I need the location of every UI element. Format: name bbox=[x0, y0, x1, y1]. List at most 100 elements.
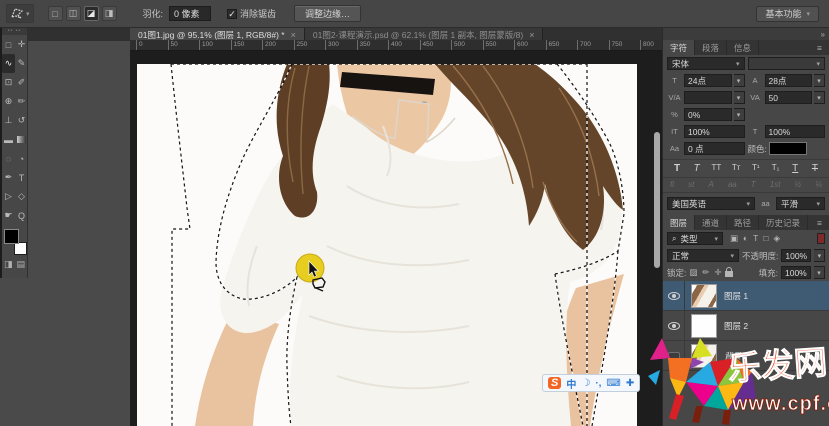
ime-toolbox-icon[interactable]: ✚ bbox=[626, 378, 634, 389]
filter-pixel-icon[interactable]: ▣ bbox=[730, 233, 738, 244]
zoom-tool-icon[interactable]: Q bbox=[15, 206, 28, 225]
tab-layers[interactable]: 图层 bbox=[663, 215, 695, 230]
filter-shape-icon[interactable]: □ bbox=[763, 233, 768, 244]
canvas-area[interactable]: 0501001502002503003504004505005506006507… bbox=[130, 40, 662, 426]
ime-moon-icon[interactable]: ☽ bbox=[581, 378, 590, 389]
visibility-toggle[interactable] bbox=[663, 281, 685, 310]
tab-paragraph[interactable]: 段落 bbox=[695, 40, 727, 55]
intersect-selection-icon[interactable]: ◨ bbox=[102, 6, 117, 21]
tab-history[interactable]: 历史记录 bbox=[759, 215, 808, 230]
ot-fraction-icon[interactable]: ½ bbox=[795, 180, 802, 189]
tool-preset-caret-icon[interactable]: ▾ bbox=[26, 10, 30, 18]
filter-type-icon[interactable]: T bbox=[753, 233, 758, 244]
font-size-input[interactable]: 24点 bbox=[684, 74, 732, 87]
faux-bold-button[interactable]: T bbox=[669, 163, 685, 174]
quick-mask-icon[interactable]: ◨ bbox=[4, 259, 13, 270]
dodge-tool-icon[interactable]: ◔ bbox=[15, 149, 28, 168]
eraser-tool-icon[interactable]: ▬ bbox=[2, 130, 15, 149]
subscript-button[interactable]: T₁ bbox=[768, 163, 784, 174]
caret-down-icon[interactable]: ▾ bbox=[814, 266, 825, 279]
horizontal-ruler[interactable]: 0501001502002503003504004505005506006507… bbox=[130, 40, 662, 51]
caret-down-icon[interactable]: ▾ bbox=[734, 91, 745, 104]
visibility-toggle[interactable] bbox=[663, 341, 685, 370]
add-selection-icon[interactable]: ◫ bbox=[66, 6, 81, 21]
active-tool-badge[interactable]: ▾ bbox=[6, 4, 34, 23]
subtract-selection-icon[interactable]: ◪ bbox=[84, 6, 99, 21]
layer-row-background[interactable]: 背景 bbox=[663, 341, 829, 371]
tab-channels[interactable]: 通道 bbox=[695, 215, 727, 230]
filter-adjustment-icon[interactable]: ◐ bbox=[743, 233, 748, 244]
brush-tool-icon[interactable]: ✏ bbox=[15, 92, 28, 111]
filter-smartobject-icon[interactable]: ◈ bbox=[774, 233, 781, 244]
feather-input[interactable]: 0 像素 bbox=[169, 6, 211, 21]
caret-down-icon[interactable]: ▾ bbox=[734, 74, 745, 87]
move-tool-icon[interactable]: ✛ bbox=[15, 35, 28, 54]
kerning-input[interactable] bbox=[684, 91, 732, 104]
path-selection-tool-icon[interactable]: ▷ bbox=[2, 187, 15, 206]
clone-stamp-tool-icon[interactable]: ⊥ bbox=[2, 111, 15, 130]
sogou-logo-icon[interactable]: S bbox=[548, 377, 561, 389]
text-color-swatch[interactable] bbox=[769, 142, 807, 155]
ot-titling-icon[interactable]: T bbox=[751, 180, 756, 189]
collapse-panels-icon[interactable]: » bbox=[821, 30, 825, 39]
layer-name[interactable]: 图层 2 bbox=[724, 320, 748, 332]
caret-down-icon[interactable]: ▾ bbox=[814, 91, 825, 104]
caret-down-icon[interactable]: ▾ bbox=[814, 249, 825, 262]
tracking-input[interactable]: 50 bbox=[765, 91, 813, 104]
panel-menu-icon[interactable]: ≡ bbox=[810, 215, 829, 230]
ime-mode-chinese[interactable]: 中 bbox=[566, 376, 576, 391]
ot-ligature-icon[interactable]: fi bbox=[670, 180, 674, 189]
caret-down-icon[interactable]: ▾ bbox=[734, 108, 745, 121]
layer-name[interactable]: 背景 bbox=[724, 350, 741, 362]
all-caps-button[interactable]: TT bbox=[708, 163, 724, 174]
strikethrough-button[interactable]: T bbox=[807, 163, 823, 174]
underline-button[interactable]: T bbox=[787, 163, 803, 174]
ime-keyboard-icon[interactable]: ⌨ bbox=[606, 378, 620, 389]
ot-contextual-icon[interactable]: st bbox=[688, 180, 694, 189]
blur-tool-icon[interactable]: ◌ bbox=[2, 149, 15, 168]
visibility-toggle[interactable] bbox=[663, 311, 685, 340]
ot-ordinal-icon[interactable]: 1st bbox=[770, 180, 781, 189]
ot-swash-icon[interactable]: A bbox=[708, 180, 713, 189]
horizontal-scale-input[interactable]: 100% bbox=[765, 125, 826, 138]
layer-thumbnail[interactable] bbox=[691, 314, 717, 338]
marquee-tool-icon[interactable]: □ bbox=[2, 35, 15, 54]
vertical-scale-input[interactable]: 100% bbox=[684, 125, 745, 138]
history-brush-tool-icon[interactable]: ↺ bbox=[15, 111, 28, 130]
ot-stylistic-icon[interactable]: aa bbox=[728, 180, 737, 189]
lasso-tool-icon[interactable]: ∿ bbox=[2, 54, 15, 73]
canvas-vertical-scrollbar[interactable] bbox=[654, 132, 660, 268]
layer-filter-toggle[interactable] bbox=[817, 233, 825, 244]
layer-thumbnail[interactable] bbox=[691, 284, 717, 308]
baseline-shift-input[interactable]: 0 点 bbox=[684, 142, 745, 155]
layer-row-1[interactable]: 图层 1 bbox=[663, 281, 829, 311]
screen-mode-icon[interactable]: ▤ bbox=[17, 259, 26, 270]
panel-menu-icon[interactable]: ≡ bbox=[810, 40, 829, 55]
faux-italic-button[interactable]: T bbox=[689, 163, 705, 174]
type-tool-icon[interactable]: T bbox=[15, 168, 28, 187]
ime-punct-icon[interactable]: ·, bbox=[595, 378, 601, 389]
antialias-checkbox[interactable]: ✓ bbox=[227, 9, 237, 19]
lock-position-icon[interactable]: ✛ bbox=[715, 267, 722, 278]
eyedropper-tool-icon[interactable]: ✐ bbox=[15, 73, 28, 92]
lock-transparency-icon[interactable]: ▨ bbox=[689, 267, 697, 278]
lock-image-icon[interactable]: ✏ bbox=[702, 267, 709, 278]
antialias-mode-select[interactable]: 平滑 ▾ bbox=[776, 197, 825, 210]
tab-close-icon[interactable]: × bbox=[529, 30, 534, 40]
leading-input[interactable]: 28点 bbox=[765, 74, 813, 87]
caret-down-icon[interactable]: ▾ bbox=[814, 74, 825, 87]
tab-paths[interactable]: 路径 bbox=[727, 215, 759, 230]
new-selection-icon[interactable]: □ bbox=[48, 6, 63, 21]
foreground-color-swatch[interactable] bbox=[4, 229, 19, 244]
hand-tool-icon[interactable]: ☛ bbox=[2, 206, 15, 225]
lock-all-icon[interactable] bbox=[725, 271, 733, 277]
small-caps-button[interactable]: Tᴛ bbox=[728, 163, 744, 174]
antialias-option[interactable]: ✓ 消除锯齿 bbox=[227, 7, 276, 20]
tab-character[interactable]: 字符 bbox=[663, 40, 695, 55]
shape-tool-icon[interactable]: ◇ bbox=[15, 187, 28, 206]
toolbox-grip[interactable]: •• •• bbox=[2, 28, 27, 35]
document-image[interactable] bbox=[137, 64, 637, 426]
layer-filter-kind-select[interactable]: ⌕ 类型 ▾ bbox=[667, 232, 723, 245]
quick-selection-tool-icon[interactable]: ✎ bbox=[15, 54, 28, 73]
gradient-tool-icon[interactable] bbox=[15, 130, 28, 149]
